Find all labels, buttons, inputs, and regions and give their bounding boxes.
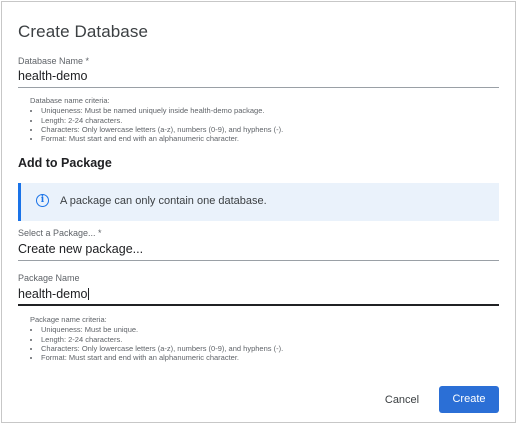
- package-name-criteria: Package name criteria: Uniqueness: Must …: [30, 315, 283, 362]
- criteria-item: Length: 2-24 characters.: [41, 335, 283, 344]
- info-banner-text: A package can only contain one database.: [60, 195, 267, 207]
- package-name-underline: [18, 304, 499, 306]
- database-name-input[interactable]: health-demo: [18, 69, 88, 83]
- text-cursor: [87, 288, 89, 300]
- create-button[interactable]: Create: [439, 386, 499, 413]
- criteria-item: Characters: Only lowercase letters (a-z)…: [41, 125, 283, 134]
- criteria-item: Format: Must start and end with an alpha…: [41, 353, 283, 362]
- criteria-item: Length: 2-24 characters.: [41, 116, 283, 125]
- dialog-title: Create Database: [18, 22, 149, 41]
- package-name-criteria-title: Package name criteria:: [30, 315, 107, 324]
- select-package-label: Select a Package... *: [18, 228, 102, 238]
- criteria-item: Format: Must start and end with an alpha…: [41, 134, 283, 143]
- package-name-input[interactable]: health-demo: [18, 287, 89, 301]
- criteria-item: Uniqueness: Must be named uniquely insid…: [41, 106, 283, 115]
- info-banner: i A package can only contain one databas…: [18, 183, 499, 221]
- package-name-value: health-demo: [18, 287, 88, 301]
- select-package-underline: [18, 260, 499, 261]
- create-database-dialog: Create Database Database Name * health-d…: [1, 1, 516, 423]
- criteria-item: Uniqueness: Must be unique.: [41, 325, 283, 334]
- info-circle-icon: i: [36, 194, 49, 207]
- database-name-criteria-title: Database name criteria:: [30, 96, 110, 105]
- database-name-criteria: Database name criteria: Uniqueness: Must…: [30, 96, 283, 143]
- database-name-underline: [18, 87, 499, 88]
- add-to-package-heading: Add to Package: [18, 156, 112, 170]
- select-package-dropdown[interactable]: Create new package...: [18, 242, 143, 256]
- package-name-label: Package Name: [18, 273, 80, 283]
- cancel-button[interactable]: Cancel: [375, 388, 429, 412]
- criteria-item: Characters: Only lowercase letters (a-z)…: [41, 344, 283, 353]
- database-name-label: Database Name *: [18, 56, 90, 66]
